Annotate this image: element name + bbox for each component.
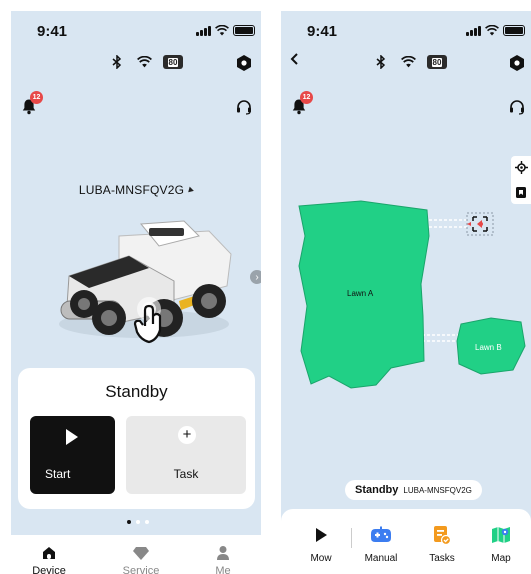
map-label: Map	[491, 553, 511, 564]
gamepad-icon	[371, 526, 391, 542]
status-icons	[466, 25, 525, 36]
plus-icon: +	[178, 426, 196, 444]
mow-button[interactable]: Mow	[296, 523, 346, 564]
lawn-a-label: Lawn A	[347, 289, 374, 298]
tab-device-label: Device	[32, 565, 66, 574]
robot-mower-image	[59, 220, 232, 344]
battery-icon	[503, 25, 525, 36]
play-icon	[66, 429, 78, 445]
diamond-icon	[133, 546, 149, 560]
home-icon	[43, 547, 55, 559]
map-screen: 9:41 80 12 Lawn A Lawn B Standby LUBA-MN…	[281, 11, 531, 574]
device-home-screen: 9:41 80 12 LUBA-MNSFQV2G › Standby Start…	[11, 11, 261, 574]
settings-hex-icon[interactable]	[235, 54, 253, 72]
dropdown-caret-icon	[186, 186, 195, 195]
bottom-tab-bar: Device Service Me	[11, 535, 261, 574]
map-action-bar: Mow Manual Tasks Map	[281, 509, 531, 574]
support-headset-icon[interactable]	[508, 98, 526, 116]
bluetooth-icon	[109, 54, 125, 70]
notification-badge: 12	[30, 91, 43, 104]
notification-badge: 12	[300, 91, 313, 104]
device-state: Standby	[105, 382, 168, 401]
connection-row: 80	[109, 54, 183, 70]
status-time: 9:41	[37, 23, 68, 40]
map-icon	[492, 527, 510, 543]
device-battery-value: 80	[167, 57, 179, 67]
wifi-icon	[400, 54, 416, 70]
next-device-arrow[interactable]: ›	[250, 270, 261, 284]
divider	[351, 528, 352, 548]
play-icon	[316, 528, 327, 542]
support-headset-icon[interactable]	[235, 98, 253, 116]
bluetooth-icon	[373, 54, 389, 70]
start-label: Start	[45, 467, 71, 481]
device-name-text: LUBA-MNSFQV2G	[403, 485, 472, 495]
settings-hex-icon[interactable]	[508, 54, 526, 72]
carousel-dot[interactable]	[136, 520, 140, 524]
cellular-signal-icon	[196, 25, 211, 36]
device-battery-badge: 80	[427, 55, 447, 69]
carousel-dot[interactable]	[127, 520, 131, 524]
status-time: 9:41	[307, 23, 338, 40]
device-name-selector[interactable]: LUBA-MNSFQV2G	[11, 183, 261, 197]
device-status-pill: Standby LUBA-MNSFQV2G	[345, 480, 482, 500]
tasks-button[interactable]: Tasks	[417, 523, 467, 564]
cellular-signal-icon	[466, 25, 481, 36]
mow-label: Mow	[310, 553, 332, 564]
carousel-dots	[127, 520, 149, 524]
device-state: Standby	[355, 484, 399, 496]
tasks-label: Tasks	[429, 553, 455, 564]
manual-button[interactable]: Manual	[356, 523, 406, 564]
wifi-icon	[485, 25, 499, 36]
manual-label: Manual	[364, 553, 398, 564]
task-label: Task	[173, 467, 199, 481]
back-button[interactable]	[290, 52, 300, 70]
lawn-map[interactable]: Lawn A Lawn B	[281, 196, 531, 426]
connection-row: 80	[373, 54, 447, 70]
device-battery-badge: 80	[163, 55, 183, 69]
status-icons	[196, 25, 255, 36]
person-icon	[217, 546, 229, 560]
tab-service-label: Service	[122, 565, 160, 574]
chevron-left-icon	[290, 53, 298, 65]
notification-bell[interactable]: 12	[291, 91, 313, 116]
start-button[interactable]: Start	[30, 416, 115, 494]
tab-service[interactable]: Service	[106, 535, 176, 574]
task-button[interactable]: + Task	[126, 416, 246, 494]
lawn-b-label: Lawn B	[475, 343, 502, 352]
map-button[interactable]: Map	[476, 523, 526, 564]
tab-me-label: Me	[215, 565, 231, 574]
locate-icon[interactable]	[514, 161, 528, 174]
status-panel: Standby Start + Task	[18, 368, 255, 509]
wifi-icon	[136, 54, 152, 70]
tab-me[interactable]: Me	[188, 535, 258, 574]
wifi-icon	[215, 25, 229, 36]
tasks-icon	[434, 526, 451, 545]
device-battery-value: 80	[431, 57, 443, 67]
device-name-text: LUBA-MNSFQV2G	[78, 183, 185, 197]
battery-icon	[233, 25, 255, 36]
carousel-dot[interactable]	[145, 520, 149, 524]
tab-device[interactable]: Device	[14, 535, 84, 574]
notification-bell[interactable]: 12	[21, 91, 43, 116]
